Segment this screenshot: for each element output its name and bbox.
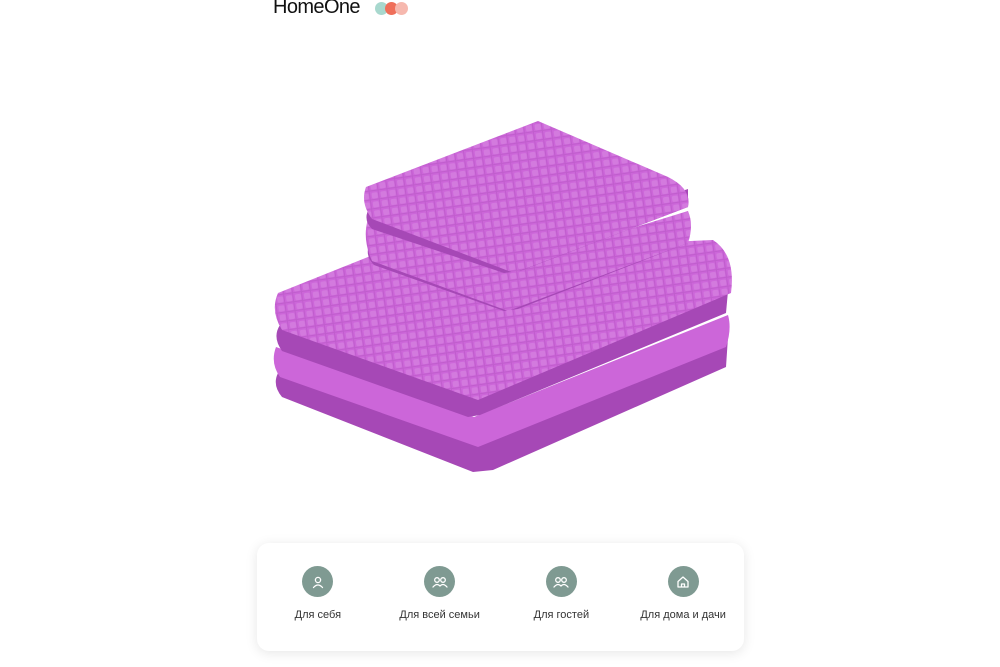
- feature-item-self[interactable]: Для себя: [257, 543, 379, 651]
- feature-label: Для себя: [294, 609, 342, 621]
- feature-item-home[interactable]: Для дома и дачи: [622, 543, 744, 651]
- brand-logo[interactable]: HomeOne™: [273, 0, 366, 19]
- group-icon: [545, 566, 577, 597]
- feature-item-guests[interactable]: Для гостей: [501, 543, 623, 651]
- person-icon: [302, 566, 334, 597]
- product-image: [273, 121, 732, 472]
- feature-item-family[interactable]: Для всей семьи: [379, 543, 501, 651]
- brand-header: HomeOne™: [273, 0, 409, 19]
- brand-dots: [375, 1, 409, 15]
- group-icon: [424, 566, 456, 597]
- feature-card: Для себя Для всей семьи Для гостей Для д…: [257, 543, 744, 651]
- feature-label: Для всей семьи: [399, 609, 480, 621]
- home-icon: [667, 566, 699, 597]
- feature-label: Для гостей: [533, 609, 590, 621]
- feature-label: Для дома и дачи: [640, 609, 726, 621]
- brand-dot: [395, 1, 409, 15]
- brand-trademark: ™: [361, 0, 366, 2]
- brand-name: HomeOne: [273, 0, 361, 18]
